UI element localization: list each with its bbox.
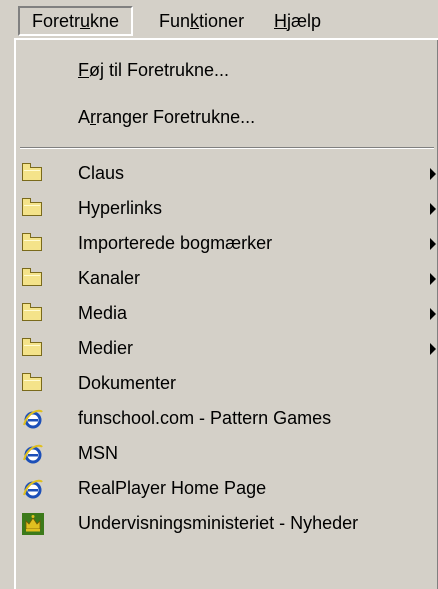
menu-favorites[interactable]: Foretrukne: [18, 6, 134, 36]
link-label: RealPlayer Home Page: [78, 478, 267, 498]
submenu-arrow-icon: [430, 343, 436, 355]
crown-icon: [22, 513, 44, 535]
menu-favorites-post: kne: [90, 11, 120, 31]
folder-icon: [22, 338, 44, 358]
link-label: MSN: [78, 443, 118, 463]
folder-item-media[interactable]: Media: [18, 296, 436, 331]
submenu-arrow-icon: [430, 168, 436, 180]
menu-help-accel: H: [274, 11, 287, 31]
menu-functions-post: tioner: [199, 11, 245, 31]
folder-label: Dokumenter: [78, 373, 177, 393]
menu-help-post: jælp: [287, 11, 322, 31]
menu-separator: [20, 147, 434, 149]
favorites-menu-window: Foretrukne Funktioner Hjælp Føj til Fore…: [0, 0, 438, 589]
folder-item-imported-bookmarks[interactable]: Importerede bogmærker: [18, 226, 436, 261]
folder-label: Media: [78, 303, 128, 323]
link-item-realplayer[interactable]: RealPlayer Home Page: [18, 471, 436, 506]
folder-icon: [22, 303, 44, 323]
ie-icon: [22, 443, 44, 464]
folder-icon: [22, 233, 44, 253]
link-item-funschool[interactable]: funschool.com - Pattern Games: [18, 401, 436, 436]
add-to-favorites-item[interactable]: Føj til Foretrukne...: [18, 53, 436, 88]
folder-item-hyperlinks[interactable]: Hyperlinks: [18, 191, 436, 226]
folder-item-documents[interactable]: Dokumenter: [18, 366, 436, 401]
folder-label: Kanaler: [78, 268, 141, 288]
menu-functions-accel: k: [190, 11, 200, 31]
add-to-favorites-label: Føj til Foretrukne...: [78, 60, 230, 80]
folder-label: Importerede bogmærker: [78, 233, 273, 253]
folder-label: Claus: [78, 163, 125, 183]
arrange-favorites-item[interactable]: Arranger Foretrukne...: [18, 100, 436, 135]
menu-favorites-pre: Foretr: [32, 11, 81, 31]
menu-help[interactable]: Hjælp: [262, 6, 333, 36]
folder-icon: [22, 268, 44, 288]
submenu-arrow-icon: [430, 308, 436, 320]
ie-icon: [22, 408, 44, 429]
folder-item-claus[interactable]: Claus: [18, 156, 436, 191]
link-label: funschool.com - Pattern Games: [78, 408, 332, 428]
folder-icon: [22, 373, 44, 393]
favorites-dropdown: Føj til Foretrukne... Arranger Foretrukn…: [14, 38, 438, 589]
folder-icon: [22, 163, 44, 183]
menu-bar: Foretrukne Funktioner Hjælp: [0, 0, 438, 43]
menu-favorites-accel: u: [80, 11, 91, 31]
menu-functions[interactable]: Funktioner: [147, 6, 256, 36]
menu-functions-pre: Fun: [159, 11, 191, 31]
submenu-arrow-icon: [430, 238, 436, 250]
arrange-favorites-label: Arranger Foretrukne...: [78, 107, 256, 127]
link-item-msn[interactable]: MSN: [18, 436, 436, 471]
link-label: Undervisningsministeriet - Nyheder: [78, 513, 359, 533]
link-item-undervisningsministeriet[interactable]: Undervisningsministeriet - Nyheder: [18, 506, 436, 541]
submenu-arrow-icon: [430, 203, 436, 215]
folder-label: Hyperlinks: [78, 198, 163, 218]
folder-icon: [22, 198, 44, 218]
folder-item-channels[interactable]: Kanaler: [18, 261, 436, 296]
ie-icon: [22, 478, 44, 499]
submenu-arrow-icon: [430, 273, 436, 285]
folder-item-medier[interactable]: Medier: [18, 331, 436, 366]
folder-label: Medier: [78, 338, 134, 358]
